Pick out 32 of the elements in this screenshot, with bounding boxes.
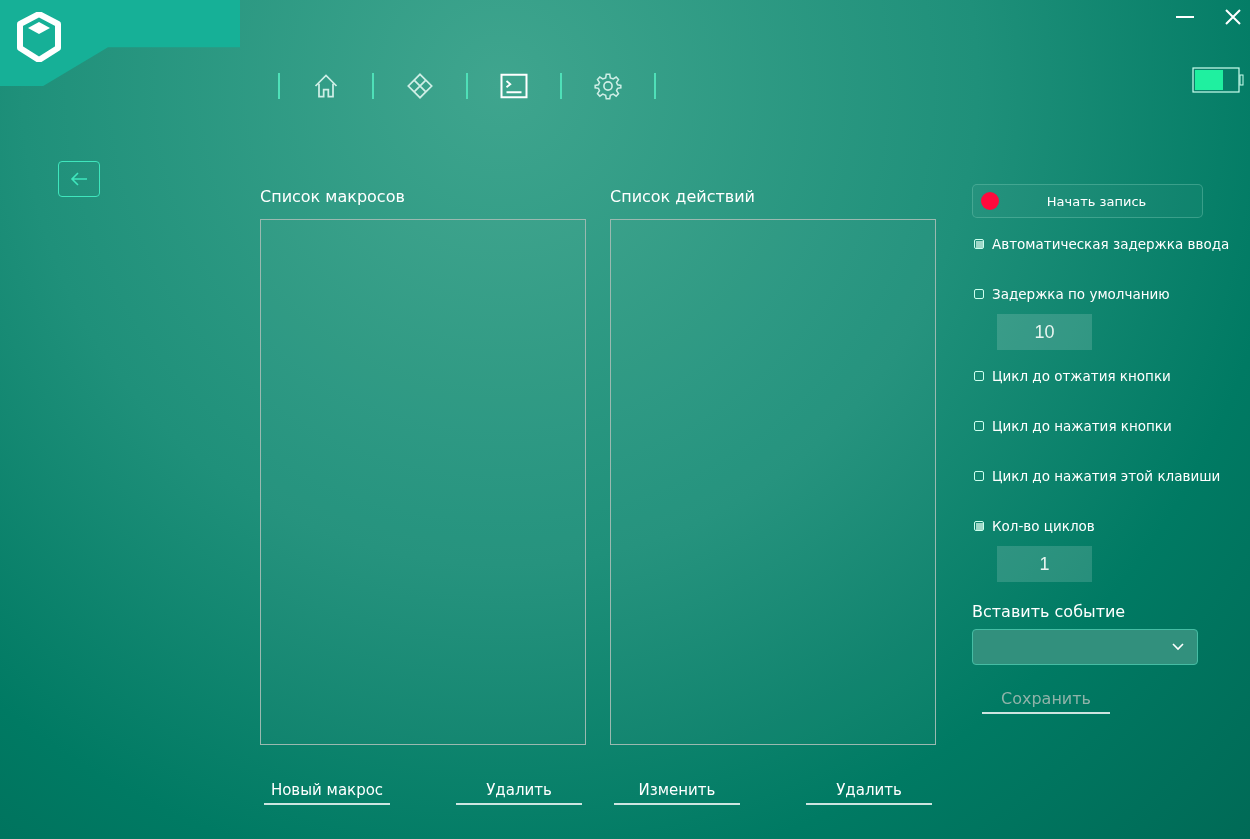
- checkbox[interactable]: [974, 471, 984, 481]
- chevron-down-icon: [1171, 642, 1185, 652]
- checkbox[interactable]: [974, 371, 984, 381]
- list-action-button[interactable]: Новый макрос: [264, 781, 390, 805]
- settings-icon: [594, 72, 622, 100]
- diamond-icon: [406, 72, 434, 100]
- list-action-button[interactable]: Изменить: [614, 781, 740, 805]
- list-action-button[interactable]: Удалить: [456, 781, 582, 805]
- option-label: Задержка по умолчанию: [992, 286, 1170, 302]
- option-label: Автоматическая задержка ввода: [992, 236, 1230, 252]
- list-title: Список макросов: [260, 186, 405, 208]
- checkbox[interactable]: [974, 289, 984, 299]
- home-icon: [312, 72, 340, 100]
- minimize-icon: [1176, 16, 1194, 18]
- option-label: Кол-во циклов: [992, 518, 1095, 534]
- battery-icon: [1192, 67, 1244, 93]
- record-dot-icon: [981, 192, 999, 210]
- terminal-icon: [499, 71, 529, 101]
- option-label: Цикл до нажатия этой клавиши: [992, 468, 1221, 484]
- list-action-button[interactable]: Удалить: [806, 781, 932, 805]
- checkbox[interactable]: [974, 421, 984, 431]
- cube-logo-icon: [16, 12, 62, 62]
- back-button[interactable]: [58, 161, 100, 197]
- insert-event-label: Вставить событие: [972, 602, 1126, 621]
- checkbox[interactable]: [974, 239, 984, 249]
- number-field[interactable]: 1: [997, 546, 1092, 582]
- checkbox[interactable]: [974, 521, 984, 531]
- number-field[interactable]: 10: [997, 314, 1092, 350]
- record-button[interactable]: Начать запись: [972, 184, 1203, 218]
- list-title: Список действий: [610, 186, 755, 208]
- option-label: Цикл до отжатия кнопки: [992, 368, 1171, 384]
- option-label: Цикл до нажатия кнопки: [992, 418, 1172, 434]
